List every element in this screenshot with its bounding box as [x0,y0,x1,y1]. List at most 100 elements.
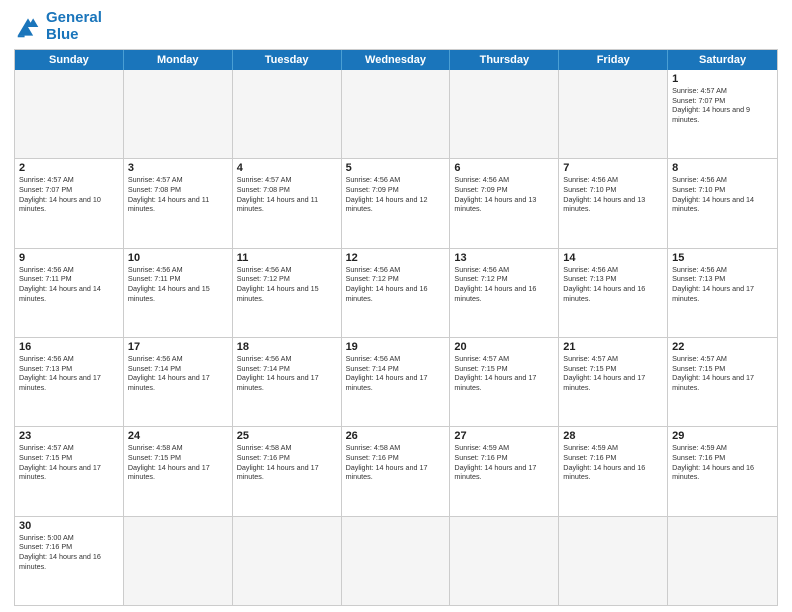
day-number: 24 [128,430,228,442]
logo-text: General Blue [46,10,102,43]
day-cell-empty-5-3 [342,517,451,605]
day-cell-empty-5-4 [450,517,559,605]
day-number: 15 [672,252,773,264]
day-cell-29: 29Sunrise: 4:59 AM Sunset: 7:16 PM Dayli… [668,427,777,515]
day-number: 6 [454,162,554,174]
day-cell-20: 20Sunrise: 4:57 AM Sunset: 7:15 PM Dayli… [450,338,559,426]
day-info: Sunrise: 4:56 AM Sunset: 7:10 PM Dayligh… [672,175,773,214]
day-cell-empty-0-0 [15,70,124,158]
day-cell-21: 21Sunrise: 4:57 AM Sunset: 7:15 PM Dayli… [559,338,668,426]
calendar-row-0: 1Sunrise: 4:57 AM Sunset: 7:07 PM Daylig… [15,70,777,158]
day-number: 30 [19,520,119,532]
day-cell-24: 24Sunrise: 4:58 AM Sunset: 7:15 PM Dayli… [124,427,233,515]
day-info: Sunrise: 4:59 AM Sunset: 7:16 PM Dayligh… [672,443,773,482]
day-cell-3: 3Sunrise: 4:57 AM Sunset: 7:08 PM Daylig… [124,159,233,247]
day-number: 2 [19,162,119,174]
day-number: 17 [128,341,228,353]
day-info: Sunrise: 4:57 AM Sunset: 7:07 PM Dayligh… [672,86,773,125]
day-cell-6: 6Sunrise: 4:56 AM Sunset: 7:09 PM Daylig… [450,159,559,247]
weekday-header-thursday: Thursday [450,50,559,70]
day-cell-27: 27Sunrise: 4:59 AM Sunset: 7:16 PM Dayli… [450,427,559,515]
day-cell-30: 30Sunrise: 5:00 AM Sunset: 7:16 PM Dayli… [15,517,124,605]
day-number: 12 [346,252,446,264]
day-cell-12: 12Sunrise: 4:56 AM Sunset: 7:12 PM Dayli… [342,249,451,337]
calendar-row-2: 9 Sunrise: 4:56 AM Sunset: 7:11 PM Daylig… [15,248,777,337]
day-cell-19: 19Sunrise: 4:56 AM Sunset: 7:14 PM Dayli… [342,338,451,426]
weekday-header-sunday: Sunday [15,50,124,70]
day-number: 22 [672,341,773,353]
day-number: 9 [19,252,119,264]
day-info: Sunrise: 4:57 AM Sunset: 7:07 PM Dayligh… [19,175,119,214]
day-cell-9: 9Sunrise: 4:56 AM Sunset: 7:11 PM Daylig… [15,249,124,337]
day-cell-22: 22Sunrise: 4:57 AM Sunset: 7:15 PM Dayli… [668,338,777,426]
calendar-row-4: 23Sunrise: 4:57 AM Sunset: 7:15 PM Dayli… [15,426,777,515]
day-number: 11 [237,252,337,264]
day-cell-4: 4Sunrise: 4:57 AM Sunset: 7:08 PM Daylig… [233,159,342,247]
page: General Blue SundayMondayTuesdayWednesda… [0,0,792,612]
day-info: Sunrise: 4:56 AM Sunset: 7:14 PM Dayligh… [128,354,228,393]
day-cell-8: 8Sunrise: 4:56 AM Sunset: 7:10 PM Daylig… [668,159,777,247]
day-cell-23: 23Sunrise: 4:57 AM Sunset: 7:15 PM Dayli… [15,427,124,515]
day-cell-14: 14Sunrise: 4:56 AM Sunset: 7:13 PM Dayli… [559,249,668,337]
day-cell-15: 15Sunrise: 4:56 AM Sunset: 7:13 PM Dayli… [668,249,777,337]
day-cell-18: 18Sunrise: 4:56 AM Sunset: 7:14 PM Dayli… [233,338,342,426]
header: General Blue [14,10,778,43]
day-info: Sunrise: 4:56 AM Sunset: 7:14 PM Dayligh… [237,354,337,393]
calendar-body: 1Sunrise: 4:57 AM Sunset: 7:07 PM Daylig… [15,70,777,605]
day-number: 26 [346,430,446,442]
day-cell-16: 16Sunrise: 4:56 AM Sunset: 7:13 PM Dayli… [15,338,124,426]
day-number: 4 [237,162,337,174]
day-info: Sunrise: 4:56 AM Sunset: 7:13 PM Dayligh… [563,265,663,304]
day-cell-empty-0-4 [450,70,559,158]
day-info: Sunrise: 4:58 AM Sunset: 7:16 PM Dayligh… [237,443,337,482]
weekday-header-tuesday: Tuesday [233,50,342,70]
day-info: Sunrise: 4:57 AM Sunset: 7:15 PM Dayligh… [19,443,119,482]
day-cell-7: 7Sunrise: 4:56 AM Sunset: 7:10 PM Daylig… [559,159,668,247]
day-number: 8 [672,162,773,174]
day-info: Sunrise: 4:56 AM Sunset: 7:11 PM Dayligh… [128,265,228,304]
day-number: 25 [237,430,337,442]
day-info: Sunrise: 4:56 AM Sunset: 7:12 PM Dayligh… [454,265,554,304]
day-number: 28 [563,430,663,442]
day-info: Sunrise: 4:56 AM Sunset: 7:12 PM Dayligh… [346,265,446,304]
weekday-header-monday: Monday [124,50,233,70]
day-number: 21 [563,341,663,353]
day-cell-26: 26Sunrise: 4:58 AM Sunset: 7:16 PM Dayli… [342,427,451,515]
logo-blue: Blue [46,26,79,43]
day-cell-empty-0-2 [233,70,342,158]
day-cell-28: 28Sunrise: 4:59 AM Sunset: 7:16 PM Dayli… [559,427,668,515]
day-cell-empty-5-2 [233,517,342,605]
day-info: Sunrise: 4:56 AM Sunset: 7:10 PM Dayligh… [563,175,663,214]
day-number: 10 [128,252,228,264]
logo-icon [14,15,42,39]
day-number: 13 [454,252,554,264]
day-info: Sunrise: 4:56 AM Sunset: 7:14 PM Dayligh… [346,354,446,393]
day-cell-empty-5-5 [559,517,668,605]
day-cell-empty-0-3 [342,70,451,158]
day-cell-10: 10Sunrise: 4:56 AM Sunset: 7:11 PM Dayli… [124,249,233,337]
day-info: Sunrise: 4:59 AM Sunset: 7:16 PM Dayligh… [454,443,554,482]
day-number: 18 [237,341,337,353]
day-number: 1 [672,73,773,85]
day-number: 14 [563,252,663,264]
calendar-header: SundayMondayTuesdayWednesdayThursdayFrid… [15,50,777,70]
day-number: 19 [346,341,446,353]
weekday-header-saturday: Saturday [668,50,777,70]
logo-general: General [46,9,102,26]
day-cell-empty-0-1 [124,70,233,158]
calendar-row-5: 30Sunrise: 5:00 AM Sunset: 7:16 PM Dayli… [15,516,777,605]
day-info: Sunrise: 4:56 AM Sunset: 7:12 PM Dayligh… [237,265,337,304]
day-number: 7 [563,162,663,174]
day-number: 20 [454,341,554,353]
day-cell-13: 13Sunrise: 4:56 AM Sunset: 7:12 PM Dayli… [450,249,559,337]
weekday-header-wednesday: Wednesday [342,50,451,70]
day-info: Sunrise: 5:00 AM Sunset: 7:16 PM Dayligh… [19,533,119,572]
day-info: Sunrise: 4:58 AM Sunset: 7:15 PM Dayligh… [128,443,228,482]
day-info: Sunrise: 4:57 AM Sunset: 7:15 PM Dayligh… [672,354,773,393]
day-number: 16 [19,341,119,353]
day-cell-empty-5-6 [668,517,777,605]
day-info: Sunrise: 4:56 AM Sunset: 7:09 PM Dayligh… [346,175,446,214]
day-info: Sunrise: 4:58 AM Sunset: 7:16 PM Dayligh… [346,443,446,482]
logo: General Blue [14,10,102,43]
day-number: 23 [19,430,119,442]
